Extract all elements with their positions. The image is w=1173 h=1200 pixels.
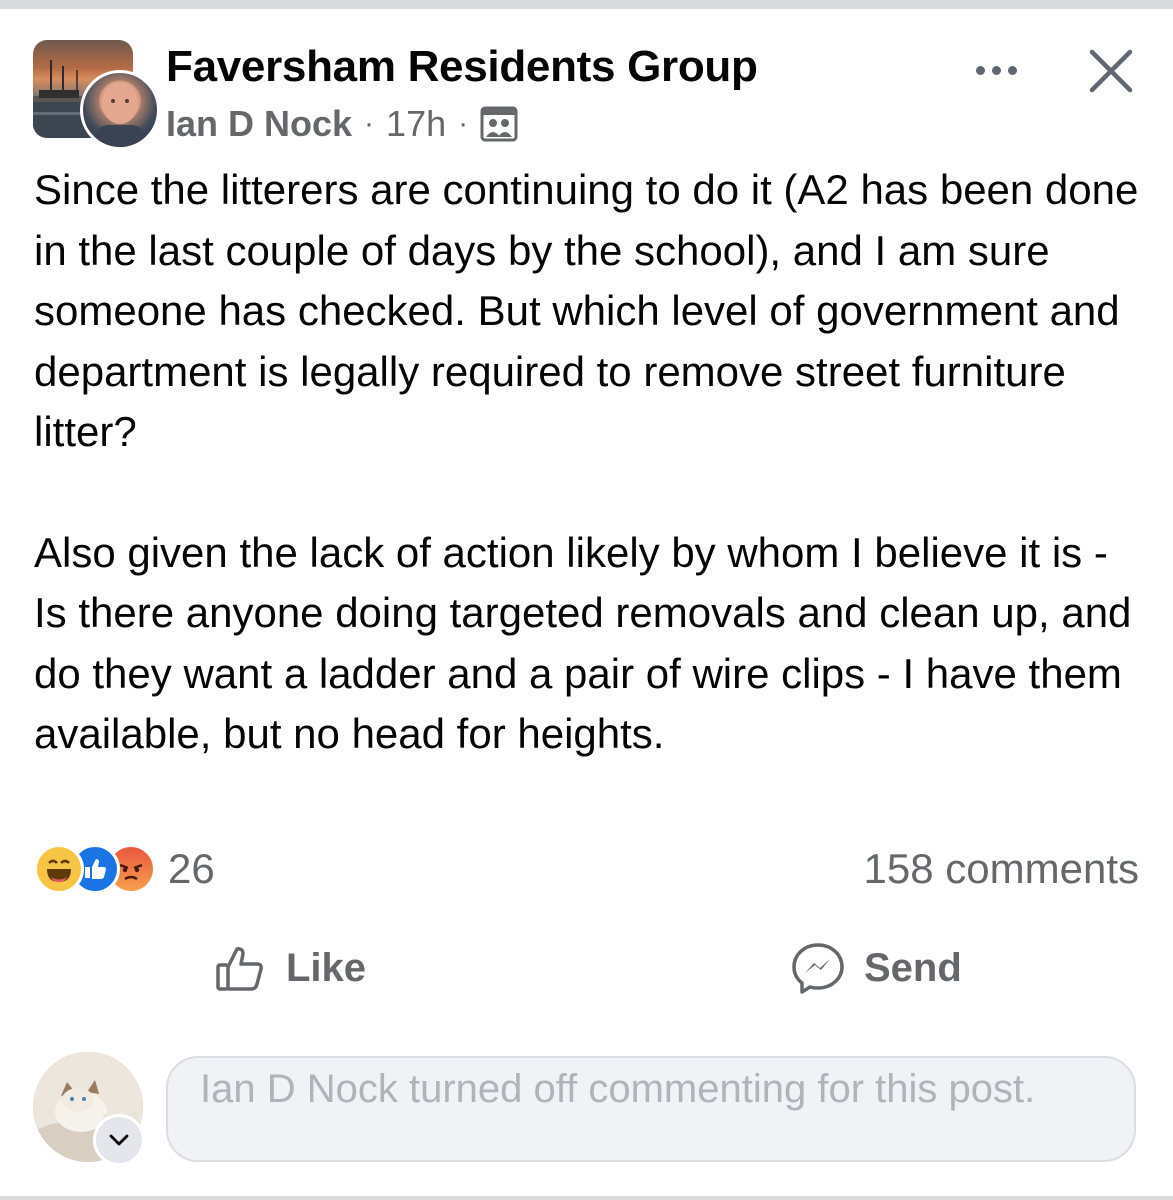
author-avatar[interactable] <box>80 70 160 150</box>
close-button[interactable] <box>1086 46 1136 96</box>
post-text: Since the litterers are continuing to do… <box>34 160 1144 765</box>
haha-reaction-icon <box>34 844 84 894</box>
more-dots-icon <box>991 65 1001 75</box>
more-dots-icon <box>1007 65 1017 75</box>
more-dots-icon <box>975 65 985 75</box>
meta-separator: · <box>364 107 375 140</box>
post-timestamp[interactable]: 17h <box>386 103 446 145</box>
like-button[interactable]: Like <box>214 938 366 998</box>
reactions-summary[interactable]: 26 <box>34 843 215 895</box>
comments-count[interactable]: 158 comments <box>864 843 1139 895</box>
reaction-count[interactable]: 26 <box>168 845 215 893</box>
send-button[interactable]: Send <box>790 938 962 998</box>
post-paragraph: Since the litterers are continuing to do… <box>34 166 1139 455</box>
members-group-icon <box>480 106 518 142</box>
group-name[interactable]: Faversham Residents Group <box>166 42 758 92</box>
send-label: Send <box>864 945 962 990</box>
profile-switcher-button[interactable] <box>93 1114 145 1166</box>
meta-separator: · <box>458 107 469 140</box>
post-meta: Ian D Nock · 17h · <box>166 102 518 146</box>
post-paragraph: Also given the lack of action likely by … <box>34 528 1132 758</box>
chevron-down-icon <box>109 1134 129 1146</box>
like-label: Like <box>286 945 367 990</box>
comment-input: Ian D Nock turned off commenting for thi… <box>166 1056 1136 1162</box>
profile-photo-icon <box>93 82 147 147</box>
close-icon <box>1089 49 1133 93</box>
more-options-button[interactable] <box>966 50 1026 90</box>
thumbs-up-icon <box>216 947 263 991</box>
bottom-divider <box>0 1196 1173 1200</box>
top-divider <box>0 0 1173 9</box>
messenger-icon <box>792 943 844 994</box>
author-name[interactable]: Ian D Nock <box>166 103 352 145</box>
